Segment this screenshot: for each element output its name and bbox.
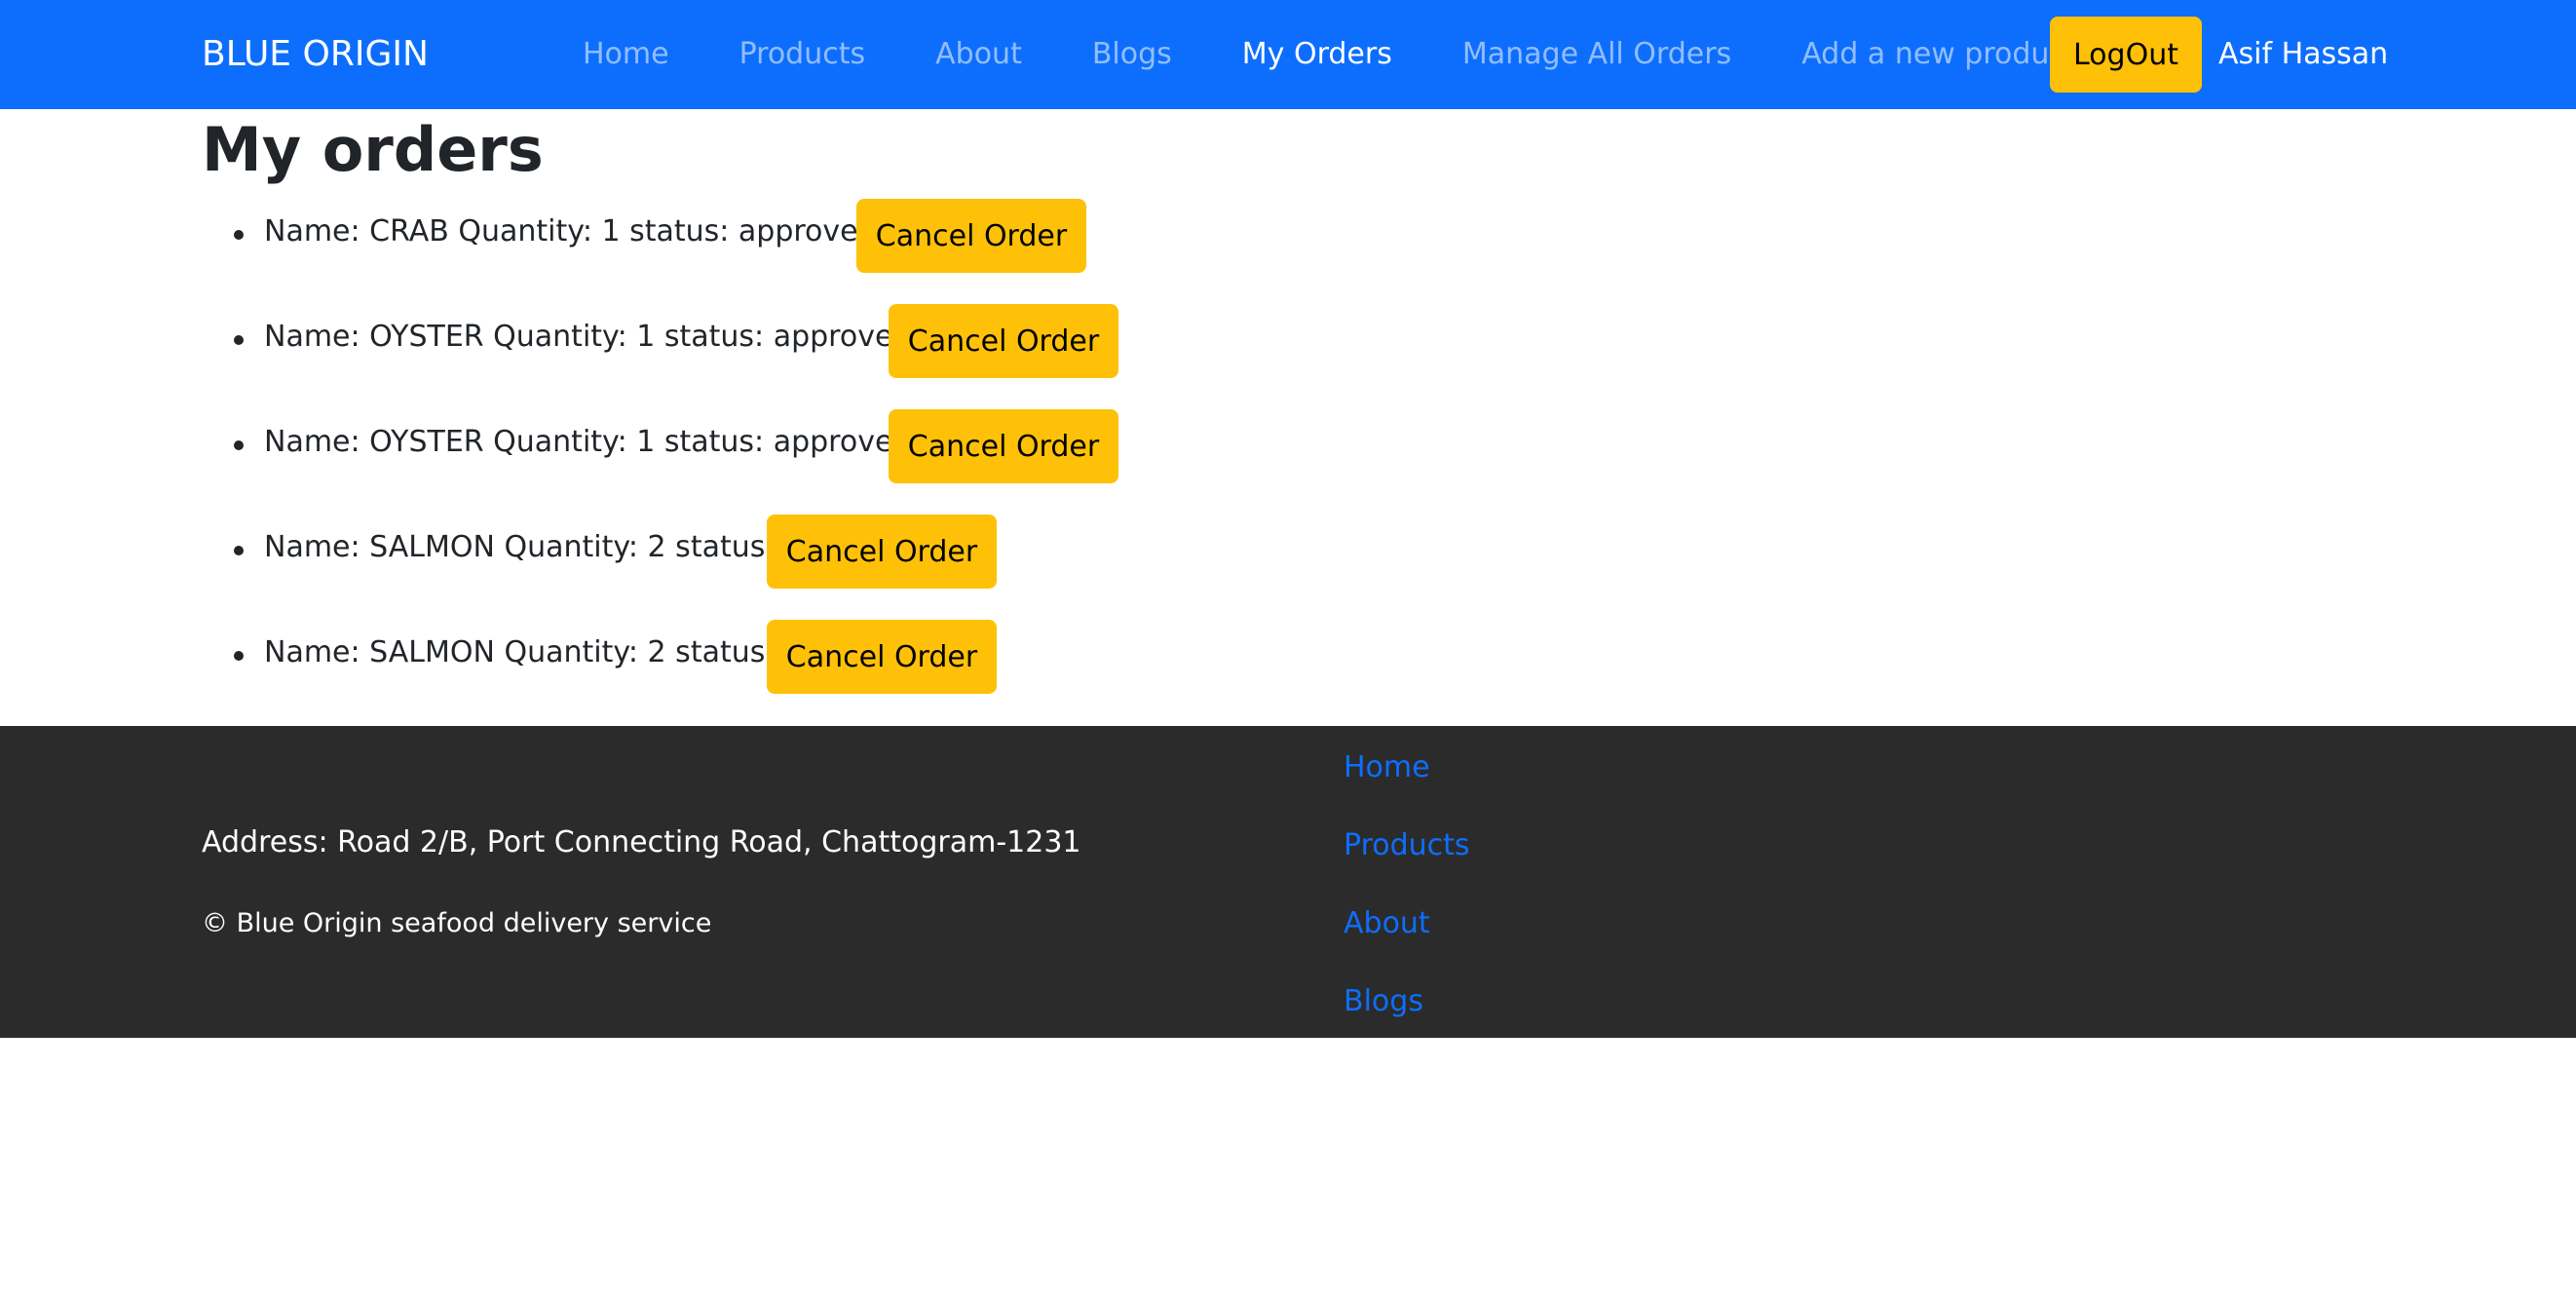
order-details: Name: OYSTER Quantity: 1 status: approve… [264, 425, 912, 459]
nav-link-manage-all-orders[interactable]: Manage All Orders [1462, 0, 1731, 109]
cancel-order-button[interactable]: Cancel Order [856, 199, 1086, 273]
user-name: Asif Hassan [2218, 37, 2389, 71]
nav-link-home[interactable]: Home [583, 0, 669, 109]
page-title: My orders [202, 114, 544, 185]
bullet-icon [234, 335, 244, 345]
footer-link-about[interactable]: About [1344, 906, 1430, 940]
order-details: Name: CRAB Quantity: 1 status: approved [264, 214, 877, 248]
footer-link-home[interactable]: Home [1344, 750, 1430, 784]
nav-links: Home Products About Blogs My Orders Mana… [583, 0, 2077, 109]
nav-link-products[interactable]: Products [739, 0, 866, 109]
top-navbar: BLUE ORIGIN Home Products About Blogs My… [0, 0, 2576, 109]
order-details: Name: SALMON Quantity: 2 status: [264, 635, 776, 669]
bullet-icon [234, 230, 244, 240]
nav-link-about[interactable]: About [935, 0, 1022, 109]
order-details: Name: OYSTER Quantity: 1 status: approve… [264, 320, 912, 354]
nav-link-my-orders[interactable]: My Orders [1242, 0, 1392, 109]
nav-link-blogs[interactable]: Blogs [1092, 0, 1172, 109]
brand-logo-link[interactable]: BLUE ORIGIN [202, 0, 429, 109]
order-details: Name: SALMON Quantity: 2 status: [264, 530, 776, 564]
site-footer: Address: Road 2/B, Port Connecting Road,… [0, 726, 2576, 1038]
bullet-icon [234, 546, 244, 555]
footer-address: Address: Road 2/B, Port Connecting Road,… [202, 825, 1081, 859]
bullet-icon [234, 651, 244, 661]
footer-links: Home Products About Blogs [1344, 746, 1470, 1058]
bullet-icon [234, 440, 244, 450]
cancel-order-button[interactable]: Cancel Order [889, 409, 1118, 483]
logout-button[interactable]: LogOut [2050, 17, 2202, 93]
footer-copyright: © Blue Origin seafood delivery service [202, 908, 712, 938]
footer-link-blogs[interactable]: Blogs [1344, 984, 1423, 1018]
cancel-order-button[interactable]: Cancel Order [889, 304, 1118, 378]
footer-link-products[interactable]: Products [1344, 828, 1470, 862]
cancel-order-button[interactable]: Cancel Order [767, 620, 997, 694]
nav-link-add-new-product[interactable]: Add a new product [1801, 0, 2076, 109]
cancel-order-button[interactable]: Cancel Order [767, 515, 997, 589]
